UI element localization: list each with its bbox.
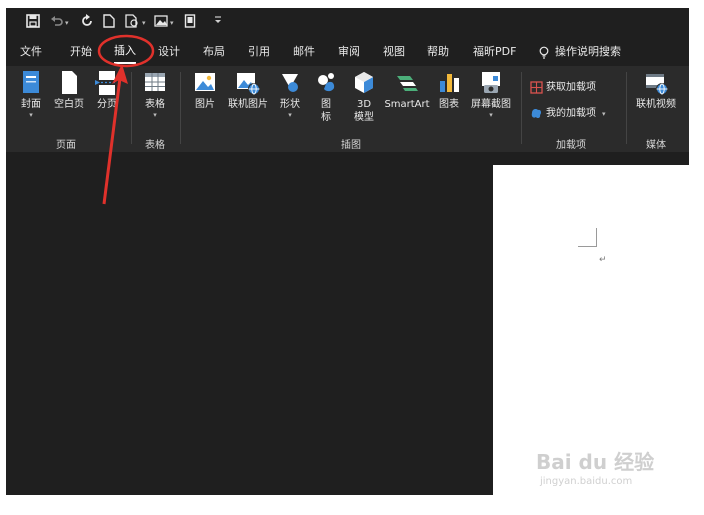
- highlight-circle: [97, 34, 155, 68]
- baidu-watermark-url: jingyan.baidu.com: [540, 476, 633, 487]
- annotation-overlay: [97, 34, 155, 205]
- arrow-shaft: [102, 69, 123, 205]
- baidu-watermark: Bai du 经验: [536, 450, 655, 474]
